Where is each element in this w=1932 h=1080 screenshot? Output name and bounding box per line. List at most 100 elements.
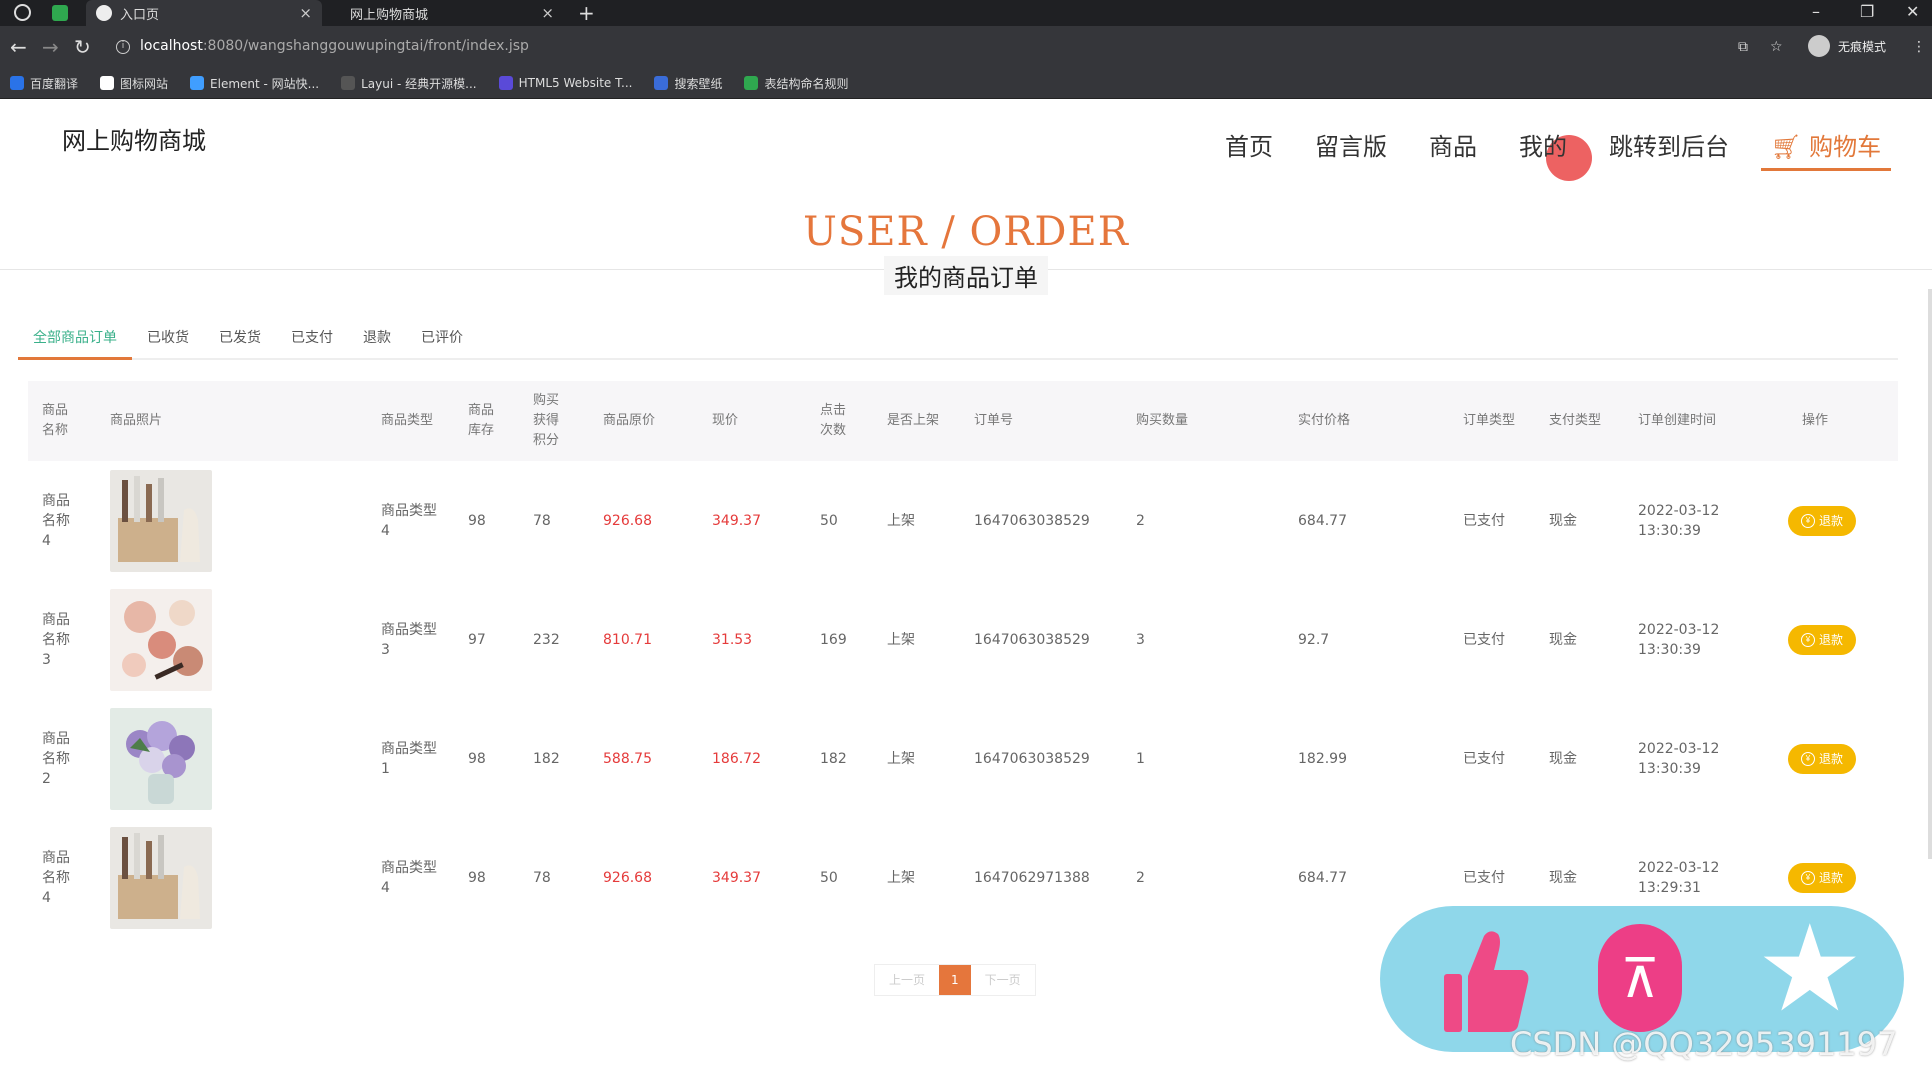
page: 网上购物商城 首页 留言版 商品 我的 跳转到后台 🛒︎ 购物车 USER / … xyxy=(0,99,1932,1080)
col-header-points: 购买获得积分 xyxy=(533,393,560,448)
pin-top-icon[interactable]: ⊼ xyxy=(1598,924,1682,1032)
translate-icon[interactable]: ⧉ xyxy=(1738,39,1748,55)
window-close-icon[interactable]: ✕ xyxy=(1906,2,1919,21)
col-header-type: 商品类型 xyxy=(381,413,434,428)
browser-tab[interactable]: 入口页 × xyxy=(86,0,322,26)
cell-action: ¥ 退款 xyxy=(1788,461,1856,580)
cell-points: 78 xyxy=(533,512,551,529)
back-icon[interactable]: ← xyxy=(10,35,27,59)
more-icon[interactable]: ⋮ xyxy=(1912,39,1926,55)
prev-page-button[interactable]: 上一页 xyxy=(875,965,940,995)
forward-icon[interactable]: → xyxy=(42,35,59,59)
app-icon[interactable] xyxy=(52,5,68,21)
tab-all-orders[interactable]: 全部商品订单 xyxy=(18,324,132,360)
cell-order-type: 已支付 xyxy=(1463,512,1505,529)
tab-refund[interactable]: 退款 xyxy=(348,324,406,360)
page-number-button[interactable]: 1 xyxy=(939,965,971,995)
cell-paid: 182.99 xyxy=(1298,750,1347,767)
scrollbar[interactable] xyxy=(1928,289,1932,859)
reload-icon[interactable]: ↻ xyxy=(74,35,91,59)
site-title[interactable]: 网上购物商城 xyxy=(62,121,206,156)
bookmark-item[interactable]: 搜索壁纸 xyxy=(654,75,722,92)
nav-home[interactable]: 首页 xyxy=(1225,127,1273,171)
tab-received[interactable]: 已收货 xyxy=(132,324,204,360)
product-photo[interactable] xyxy=(110,826,212,929)
cell-now-price: 349.37 xyxy=(712,512,761,529)
refund-label: 退款 xyxy=(1818,752,1843,766)
refund-label: 退款 xyxy=(1818,514,1843,528)
nav-products[interactable]: 商品 xyxy=(1429,127,1477,171)
cell-shelf: 上架 xyxy=(887,750,915,767)
globe-icon xyxy=(96,5,112,21)
col-header-qty: 购买数量 xyxy=(1136,413,1189,428)
thumbs-up-icon[interactable] xyxy=(1444,928,1530,1034)
cell-now-price: 349.37 xyxy=(712,869,761,886)
col-header-name: 商品名称 xyxy=(42,403,69,438)
refund-icon: ¥ xyxy=(1800,870,1815,885)
bookmark-item[interactable]: Layui - 经典开源模... xyxy=(341,75,477,92)
table-row: 商品名称2 商品类型1 98 182 588.75 186.72 182 上架 16470630… xyxy=(28,699,1898,818)
refund-label: 退款 xyxy=(1818,871,1843,885)
site-info-icon[interactable]: i xyxy=(116,40,130,54)
bookmarks-bar: 百度翻译 图标网站 Element - 网站快... Layui - 经典开源模… xyxy=(0,68,1932,99)
bookmark-item[interactable]: HTML5 Website T... xyxy=(498,76,632,90)
bookmark-item[interactable]: 图标网站 xyxy=(100,75,168,92)
nav-admin[interactable]: 跳转到后台 xyxy=(1609,127,1729,171)
address-bar: ← → ↻ i localhost:8080/wangshanggouwupin… xyxy=(0,26,1932,68)
col-header-shelf: 是否上架 xyxy=(887,413,940,428)
bookmark-item[interactable]: 百度翻译 xyxy=(10,75,78,92)
next-page-button[interactable]: 下一页 xyxy=(970,965,1035,995)
restore-icon[interactable]: ❐ xyxy=(1860,2,1874,21)
new-tab-icon[interactable]: + xyxy=(578,1,595,25)
col-header-photo: 商品照片 xyxy=(110,413,163,428)
refund-button[interactable]: ¥ 退款 xyxy=(1788,624,1856,655)
col-header-paid: 实付价格 xyxy=(1298,413,1351,428)
browser-menu-icon[interactable] xyxy=(14,4,31,21)
col-header-order-no: 订单号 xyxy=(974,413,1014,428)
cell-photo xyxy=(110,580,212,699)
minimize-icon[interactable]: – xyxy=(1812,2,1820,21)
refund-button[interactable]: ¥ 退款 xyxy=(1788,862,1856,893)
nav-message-board[interactable]: 留言版 xyxy=(1315,127,1387,171)
tab-title: 网上购物商城 xyxy=(350,7,429,23)
refund-button[interactable]: ¥ 退款 xyxy=(1788,743,1856,774)
profile-button[interactable]: 无痕模式 xyxy=(1808,35,1886,57)
col-header-created: 订单创建时间 xyxy=(1638,413,1717,428)
tab-reviewed[interactable]: 已评价 xyxy=(406,324,478,360)
close-icon[interactable]: × xyxy=(541,4,554,22)
cell-pay-type: 现金 xyxy=(1549,750,1577,767)
cell-stock: 97 xyxy=(468,631,486,648)
url-field[interactable]: localhost:8080/wangshanggouwupingtai/fro… xyxy=(140,38,529,54)
bookmark-item[interactable]: Element - 网站快... xyxy=(190,75,319,92)
cell-qty: 1 xyxy=(1136,750,1145,767)
product-photo[interactable] xyxy=(110,469,212,572)
cell-order-no: 1647062971388 xyxy=(974,869,1090,886)
cell-points: 78 xyxy=(533,869,551,886)
refund-icon: ¥ xyxy=(1800,632,1815,647)
tab-shipped[interactable]: 已发货 xyxy=(204,324,276,360)
cell-type: 商品类型3 xyxy=(381,621,437,658)
table-row: 商品名称3 商品类型3 97 232 810.71 31.53 169 上架 164706303… xyxy=(28,580,1898,699)
cell-shelf: 上架 xyxy=(887,631,915,648)
nav-cart[interactable]: 🛒︎ 购物车 xyxy=(1761,127,1892,171)
table-header: 商品名称 商品照片 商品类型 商品库存 购买获得积分 商品原价 现价 点击次数 … xyxy=(28,381,1898,461)
bookmark-star-icon[interactable]: ☆ xyxy=(1770,39,1783,55)
cell-clicks: 169 xyxy=(820,631,847,648)
refund-label: 退款 xyxy=(1818,633,1843,647)
refund-icon: ¥ xyxy=(1800,513,1815,528)
product-photo[interactable] xyxy=(110,588,212,691)
cell-clicks: 50 xyxy=(820,512,838,529)
cell-name: 商品名称4 xyxy=(42,492,70,549)
watermark: CSDN @QQ3295391197 xyxy=(1510,1025,1898,1063)
star-icon[interactable]: ★ xyxy=(1756,910,1864,1030)
nav-mine[interactable]: 我的 xyxy=(1519,127,1567,171)
close-icon[interactable]: × xyxy=(299,4,312,22)
product-photo[interactable] xyxy=(110,707,212,810)
cell-photo xyxy=(110,818,212,937)
browser-tab[interactable]: 网上购物商城 × xyxy=(340,0,564,26)
tab-paid[interactable]: 已支付 xyxy=(276,324,348,360)
cell-name: 商品名称4 xyxy=(42,849,70,906)
bookmark-item[interactable]: 表结构命名规则 xyxy=(744,75,848,92)
refund-button[interactable]: ¥ 退款 xyxy=(1788,505,1856,536)
cell-points: 182 xyxy=(533,750,560,767)
